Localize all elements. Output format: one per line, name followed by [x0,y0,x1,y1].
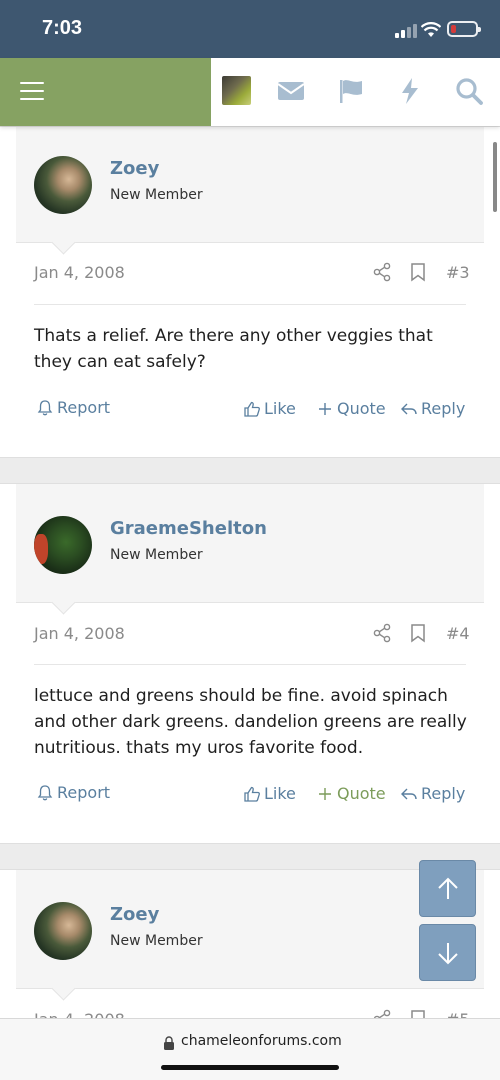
like-label: Like [264,399,296,418]
post-number[interactable]: #3 [446,263,470,282]
quote-label: Quote [337,399,386,418]
post-message: Thats a relief. Are there any other vegg… [34,326,433,372]
user-block: Zoey New Member [16,127,484,243]
wifi-icon [420,22,442,38]
menu-button[interactable] [0,58,211,126]
user-title: New Member [110,187,203,203]
bell-icon [37,784,53,800]
divider [34,304,466,305]
bell-icon [37,399,53,415]
report-button[interactable]: Report [36,398,110,417]
hamburger-icon [20,80,44,100]
plus-icon [319,787,331,800]
avatar[interactable] [34,902,92,960]
cellular-signal-icon [395,24,417,38]
share-icon[interactable] [372,262,392,282]
home-indicator[interactable] [161,1065,339,1070]
avatar[interactable] [34,516,92,574]
post-date[interactable]: Jan 4, 2008 [34,624,125,643]
quote-button[interactable]: Quote [316,784,386,803]
post-number[interactable]: #4 [446,624,470,643]
lock-icon [163,1035,175,1050]
status-time: 7:03 [42,17,83,39]
arrow-down-icon [437,942,458,964]
post-date[interactable]: Jan 4, 2008 [34,263,125,282]
user-title: New Member [110,547,203,563]
inbox-icon[interactable] [276,76,306,106]
status-bar: 7:03 [0,0,500,58]
avatar[interactable] [34,156,92,214]
user-avatar[interactable] [222,76,251,105]
browser-url-bar[interactable]: chameleonforums.com [0,1018,500,1080]
post-card: Zoey New Member Jan 4, 2008 #3 Thats a r… [0,126,500,458]
bookmark-icon[interactable] [408,623,428,643]
username[interactable]: Zoey [110,904,159,925]
post-card: GraemeShelton New Member Jan 4, 2008 #4 … [0,483,500,844]
username[interactable]: GraemeShelton [110,518,267,539]
plus-icon [319,402,331,415]
quote-label: Quote [337,784,386,803]
thumbs-up-icon [244,401,260,417]
page-scrollbar[interactable] [493,142,497,212]
url-text[interactable]: chameleonforums.com [181,1033,342,1049]
reply-label: Reply [421,784,466,803]
post-message: lettuce and greens should be fine. avoid… [34,686,467,758]
report-label: Report [57,398,111,417]
like-button[interactable]: Like [243,784,296,803]
flag-icon[interactable] [336,76,366,106]
username[interactable]: Zoey [110,158,159,179]
divider [34,664,466,665]
reply-icon [401,788,417,799]
user-block: Zoey New Member [16,870,484,989]
user-block: GraemeShelton New Member [16,484,484,603]
reply-button[interactable]: Reply [400,399,465,418]
report-button[interactable]: Report [36,783,110,802]
quote-button[interactable]: Quote [316,399,386,418]
like-label: Like [264,784,296,803]
reply-label: Reply [421,399,466,418]
reply-icon [401,403,417,414]
alerts-bolt-icon[interactable] [395,76,425,106]
arrow-up-icon [437,877,458,899]
share-icon[interactable] [372,623,392,643]
scroll-to-top-button[interactable] [419,860,476,917]
report-label: Report [57,783,111,802]
thumbs-up-icon [244,786,260,802]
search-icon[interactable] [454,76,484,106]
reply-button[interactable]: Reply [400,784,465,803]
like-button[interactable]: Like [243,399,296,418]
top-nav-bar [0,58,500,126]
bookmark-icon[interactable] [408,262,428,282]
user-title: New Member [110,933,203,949]
battery-icon [447,21,481,37]
scroll-to-bottom-button[interactable] [419,924,476,981]
